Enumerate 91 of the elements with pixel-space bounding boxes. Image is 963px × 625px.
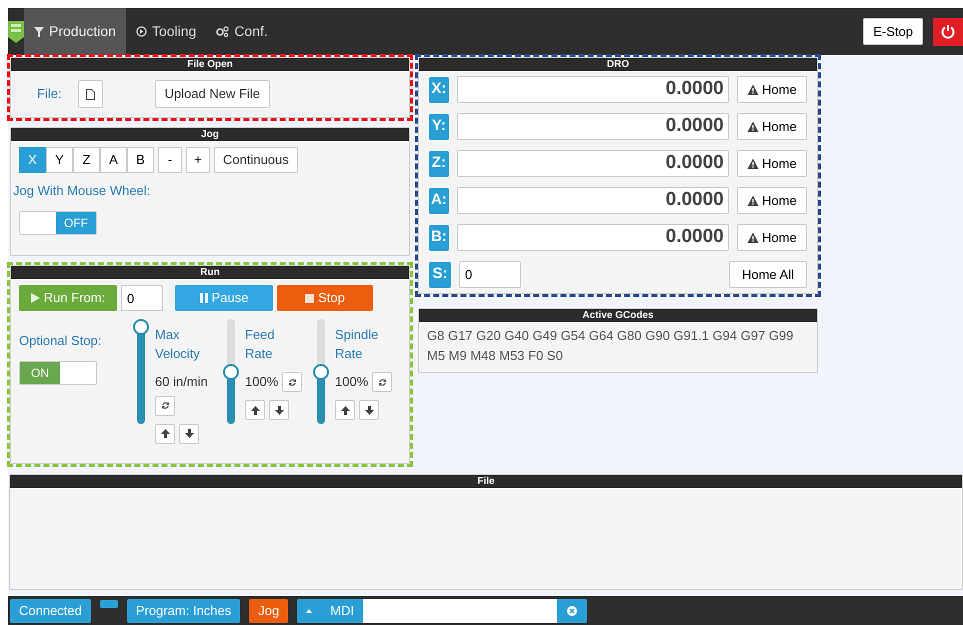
arrow-down-icon: [364, 406, 374, 414]
play-icon: [30, 293, 40, 303]
panel-title: Run: [11, 266, 409, 279]
status-indicator[interactable]: [100, 600, 118, 608]
reset-button[interactable]: [372, 372, 392, 392]
slider-reading: 100%: [335, 373, 368, 392]
position-field[interactable]: 0.0000: [456, 150, 729, 177]
decrease-button[interactable]: [179, 424, 199, 444]
axis-label: B:: [429, 224, 449, 250]
step-button[interactable]: +: [186, 147, 210, 173]
axis-label: S:: [429, 262, 451, 288]
increase-button[interactable]: [335, 400, 355, 420]
axis-button[interactable]: Y: [46, 147, 73, 173]
arrow-up-icon: [250, 406, 260, 414]
slider-label: Spindle Rate: [335, 326, 380, 363]
position-field[interactable]: 0.0000: [456, 113, 729, 140]
reset-button[interactable]: [155, 396, 175, 416]
slider-reading: 60 in/min: [155, 373, 208, 391]
slider-thumb[interactable]: [313, 364, 329, 380]
panel-title: File Open: [11, 58, 409, 71]
warning-icon: [747, 121, 760, 132]
home-button[interactable]: Home: [736, 76, 807, 103]
mdi-input[interactable]: [363, 598, 558, 622]
wheel-label: Jog With Mouse Wheel:: [13, 182, 152, 200]
increase-button[interactable]: [155, 424, 175, 444]
warning-icon: [747, 158, 760, 169]
slider-thumb[interactable]: [223, 364, 239, 380]
caret-button[interactable]: [297, 598, 322, 622]
optional-stop-label: Optional Stop:: [19, 332, 102, 350]
decrease-button[interactable]: [359, 400, 379, 420]
panel-title: DRO: [419, 58, 817, 71]
increase-button[interactable]: [245, 400, 265, 420]
power-icon: [941, 24, 955, 39]
decrease-button[interactable]: [269, 400, 289, 420]
slider-label: Max Velocity: [155, 326, 201, 363]
home-button[interactable]: Home: [736, 113, 807, 140]
panel-title: Jog: [11, 128, 409, 141]
estop-button[interactable]: E-Stop: [863, 18, 923, 46]
axis-button[interactable]: Z: [73, 147, 100, 173]
nav-tab[interactable]: Conf.: [206, 8, 278, 55]
reset-button[interactable]: [282, 372, 302, 392]
slider-thumb[interactable]: [133, 319, 149, 335]
axis-label: Z:: [429, 150, 449, 176]
refresh-icon: [160, 401, 170, 410]
shield-logo-icon: [8, 20, 24, 42]
pause-icon: [200, 293, 208, 303]
position-field[interactable]: 0.0000: [456, 224, 729, 251]
nav-tab[interactable]: Production: [24, 8, 126, 55]
axis-button[interactable]: A: [100, 147, 127, 173]
filter-icon: [34, 26, 44, 36]
axis-button[interactable]: B: [127, 147, 154, 173]
refresh-icon: [288, 378, 297, 386]
line-input[interactable]: 0: [121, 285, 163, 311]
mode-button[interactable]: Continuous: [214, 147, 298, 173]
home-all-button[interactable]: Home All: [729, 261, 807, 288]
position-field[interactable]: 0.0000: [456, 76, 729, 103]
stop-icon: [305, 294, 314, 302]
arrow-down-icon: [184, 429, 194, 438]
slider-label: Feed Rate: [245, 326, 276, 363]
nav-tab[interactable]: Tooling: [126, 8, 206, 55]
arrow-up-icon: [160, 429, 170, 438]
panel-title: Active GCodes: [419, 309, 817, 322]
axis-label: X:: [429, 76, 449, 102]
mdi-label: MDI: [321, 598, 364, 622]
panel-title: File: [10, 475, 962, 488]
home-button[interactable]: Home: [736, 224, 807, 251]
arrow-up-icon: [340, 406, 350, 414]
clear-icon: [567, 606, 578, 616]
caret-up-icon: [306, 608, 312, 612]
gears-icon: [216, 26, 230, 37]
home-button[interactable]: Home: [736, 150, 807, 177]
arrow-down-icon: [274, 406, 284, 414]
file-button[interactable]: [78, 80, 103, 108]
refresh-icon: [378, 378, 387, 386]
gcode-text: G8 G17 G20 G40 G49 G54 G64 G80 G90 G91.1 G94 G97 G99 M5 M9 M48 M53 F0 S0: [427, 327, 794, 365]
axis-label: Y:: [429, 114, 449, 140]
spindle-field[interactable]: 0: [459, 261, 521, 288]
home-button[interactable]: Home: [736, 187, 807, 214]
file-icon: [86, 89, 95, 100]
power-button[interactable]: [933, 18, 963, 46]
play-circle-icon: [136, 26, 147, 37]
upload-button[interactable]: Upload New File: [154, 80, 270, 108]
axis-label: A:: [429, 188, 449, 214]
clear-button[interactable]: [557, 598, 588, 622]
warning-icon: [747, 195, 760, 206]
slider-reading: 100%: [245, 373, 278, 392]
warning-icon: [747, 232, 760, 243]
file-label: File:: [37, 85, 62, 104]
warning-icon: [747, 84, 760, 95]
position-field[interactable]: 0.0000: [456, 187, 729, 214]
step-button[interactable]: -: [158, 147, 182, 173]
